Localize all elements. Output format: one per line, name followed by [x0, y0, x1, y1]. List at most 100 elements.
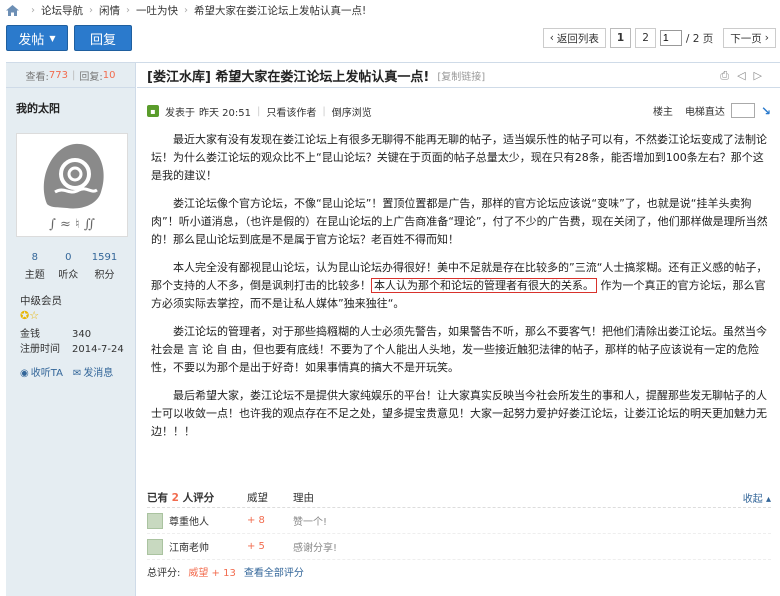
home-icon[interactable]: [6, 4, 19, 16]
online-status-icon: ▪: [147, 105, 159, 117]
posted-time: 昨天 20:51: [199, 107, 251, 119]
pagination: ‹返回列表 1 2 / 2 页 下一页›: [542, 28, 776, 48]
post-content: 最近大家有没有发现在娄江论坛上有很多无聊得不能再无聊的帖子，适当娱乐性的帖子可以…: [151, 131, 773, 451]
author-only-link[interactable]: 只看该作者: [266, 104, 316, 119]
breadcrumb-item-thread[interactable]: 希望大家在娄江论坛上发帖认真一点!: [194, 3, 366, 18]
replies-label: 回复:: [79, 71, 103, 83]
rating-score: + 5: [247, 541, 265, 552]
author-name[interactable]: 我的太阳: [6, 88, 135, 116]
rater-name[interactable]: 尊重他人: [169, 513, 209, 528]
post-title: [娄江水库] 希望大家在娄江论坛上发帖认真一点!: [147, 69, 430, 85]
collapse-button[interactable]: 收起 ▴: [743, 490, 771, 505]
floor-jump-input[interactable]: [730, 103, 755, 118]
count-label: 主题: [24, 270, 45, 281]
chevron-left-icon: ‹: [549, 32, 554, 44]
views-count: 773: [48, 69, 68, 81]
count-label: 听众: [58, 270, 79, 281]
go-arrow-icon[interactable]: ↘: [761, 104, 771, 118]
chevron-right-icon: ›: [184, 4, 188, 16]
posted-label: 发表于: [165, 107, 195, 119]
money-value: 340: [72, 329, 92, 340]
chevron-right-icon: ›: [764, 32, 769, 44]
message-icon: ✉: [72, 368, 82, 379]
post-paragraph: 娄江论坛像个官方论坛，不像“昆山论坛”！置顶位置都是广告，那样的官方论坛应该说“…: [151, 197, 768, 246]
next-thread-icon[interactable]: ▷: [754, 69, 762, 83]
count-value: 1591: [91, 252, 118, 263]
rating-reason: 感谢分享!: [293, 543, 338, 554]
money-label: 金钱: [20, 329, 40, 340]
count-topics[interactable]: 8 主题: [25, 252, 45, 281]
page-2-button[interactable]: 2: [635, 28, 656, 48]
rating-prefix: 已有: [147, 492, 168, 504]
prev-thread-icon[interactable]: ◁: [737, 69, 745, 83]
follow-icon: ◉: [20, 368, 29, 379]
back-to-list-button[interactable]: ‹ 返回列表: [542, 28, 606, 48]
rating-section: 已有 2 人评分 威望 理由 收起 ▴ 尊重他人 + 8 赞一个! 江南老帅 +…: [147, 488, 771, 582]
new-post-label: 发帖: [18, 32, 45, 48]
divider: |: [71, 69, 76, 81]
avatar[interactable]: ∫ ≈ ♮ ∬: [16, 133, 128, 237]
page-1-button[interactable]: 1: [609, 28, 632, 48]
follow-button[interactable]: ◉ 收听TA: [20, 364, 63, 379]
chevron-down-icon: ▼: [49, 33, 56, 43]
chevron-right-icon: ›: [126, 4, 130, 16]
rater-avatar[interactable]: [147, 512, 163, 529]
jump-label: 电梯直达: [684, 107, 725, 118]
thread-toolbar: 发帖 ▼ 回复 ‹返回列表 1 2 / 2 页 下一页›: [0, 25, 780, 53]
send-message-button[interactable]: ✉ 发消息: [73, 364, 113, 379]
divider: |: [257, 105, 261, 117]
rater-avatar[interactable]: [147, 538, 163, 555]
post-paragraph: 最近大家有没有发现在娄江论坛上有很多无聊得不能再无聊的帖子，适当娱乐性的帖子可以…: [151, 133, 767, 182]
rating-reason: 赞一个!: [293, 517, 328, 528]
next-page-label: 下一页: [730, 32, 762, 45]
next-page-button[interactable]: 下一页 ›: [723, 28, 776, 48]
author-sidebar: 查看: 773 | 回复: 10 我的太阳 ∫ ≈ ♮ ∬ 8 主题 0 听众 15…: [6, 63, 136, 596]
post-title-bar: [娄江水库] 希望大家在娄江论坛上发帖认真一点! [复制链接] ⎙ ◁ ▷: [137, 63, 780, 88]
title-tools: ⎙ ◁ ▷: [720, 69, 762, 83]
breadcrumb-item-nav[interactable]: 论坛导航: [41, 3, 83, 18]
post-paragraph: 本人完全没有鄙视昆山论坛，认为昆山论坛办得很好！美中不足就是存在比较多的”三流“…: [151, 259, 773, 313]
user-group[interactable]: 中级会员: [20, 293, 62, 308]
reply-button[interactable]: 回复: [74, 25, 132, 51]
thread-post: 查看: 773 | 回复: 10 我的太阳 ∫ ≈ ♮ ∬ 8 主题 0 听众 15…: [6, 62, 780, 596]
breadcrumb-item-leisure[interactable]: 闲情: [99, 3, 120, 18]
divider: |: [322, 105, 326, 117]
reg-label: 注册时间: [20, 344, 60, 355]
count-label: 积分: [94, 270, 115, 281]
rating-count: 已有 2 人评分: [147, 490, 247, 505]
new-post-button[interactable]: 发帖 ▼: [6, 25, 68, 51]
post-meta: ▪ 发表于 昨天 20:51 | 只看该作者 | 倒序浏览 楼主 电梯直达 ↘: [147, 103, 777, 119]
rating-row: 江南老帅 + 5 感谢分享!: [147, 534, 771, 560]
breadcrumb-item-board[interactable]: 一吐为快: [136, 3, 178, 18]
rank-stars-icon: ✪☆: [20, 309, 40, 322]
floor-jump: 楼主 电梯直达 ↘: [653, 103, 771, 118]
col-reason: 理由: [293, 492, 314, 504]
author-info: 金钱 340 注册时间 2014-7-24: [20, 327, 124, 357]
breadcrumb: › 论坛导航 › 闲情 › 一吐为快 › 希望大家在娄江论坛上发帖认真一点!: [0, 0, 780, 20]
copy-link-button[interactable]: [复制链接]: [437, 68, 485, 83]
avatar-logo-icon: ∫ ≈ ♮ ∬: [43, 143, 104, 232]
message-label: 发消息: [83, 368, 114, 379]
post-main: [娄江水库] 希望大家在娄江论坛上发帖认真一点! [复制链接] ⎙ ◁ ▷ ▪ …: [137, 63, 780, 596]
count-listeners[interactable]: 0 听众: [58, 252, 78, 281]
rater-name[interactable]: 江南老帅: [169, 539, 209, 554]
print-icon[interactable]: ⎙: [720, 69, 729, 83]
chevron-right-icon: ›: [89, 4, 93, 16]
views-label: 查看:: [25, 71, 49, 83]
floor-label: 楼主: [652, 107, 673, 118]
reverse-order-link[interactable]: 倒序浏览: [332, 104, 372, 119]
author-actions: ◉ 收听TA ✉ 发消息: [20, 364, 113, 379]
count-points[interactable]: 1591 积分: [92, 252, 117, 281]
chevron-right-icon: ›: [31, 4, 35, 16]
total-value: 威望 + 13: [188, 567, 236, 579]
view-all-ratings-link[interactable]: 查看全部评分: [244, 564, 304, 579]
back-to-list-label: 返回列表: [556, 32, 599, 45]
reg-value: 2014-7-24: [72, 344, 124, 355]
svg-text:∫ ≈ ♮ ∬: ∫ ≈ ♮ ∬: [49, 217, 95, 232]
post-paragraph: 娄江论坛的管理者，对于那些捣糨糊的人士必须先警告，如果警告不听，那么不要客气！把…: [151, 325, 767, 374]
page-jump-input[interactable]: [659, 30, 682, 46]
highlighted-text: 本人认为那个和论坛的管理者有很大的关系。: [371, 278, 597, 293]
rating-header: 已有 2 人评分 威望 理由 收起 ▴: [147, 488, 771, 508]
author-counts: 8 主题 0 听众 1591 积分: [6, 252, 136, 281]
post-paragraph: 最后希望大家，娄江论坛不是提供大家纯娱乐的平台！让大家真实反映当今社会所发生的事…: [151, 389, 767, 438]
